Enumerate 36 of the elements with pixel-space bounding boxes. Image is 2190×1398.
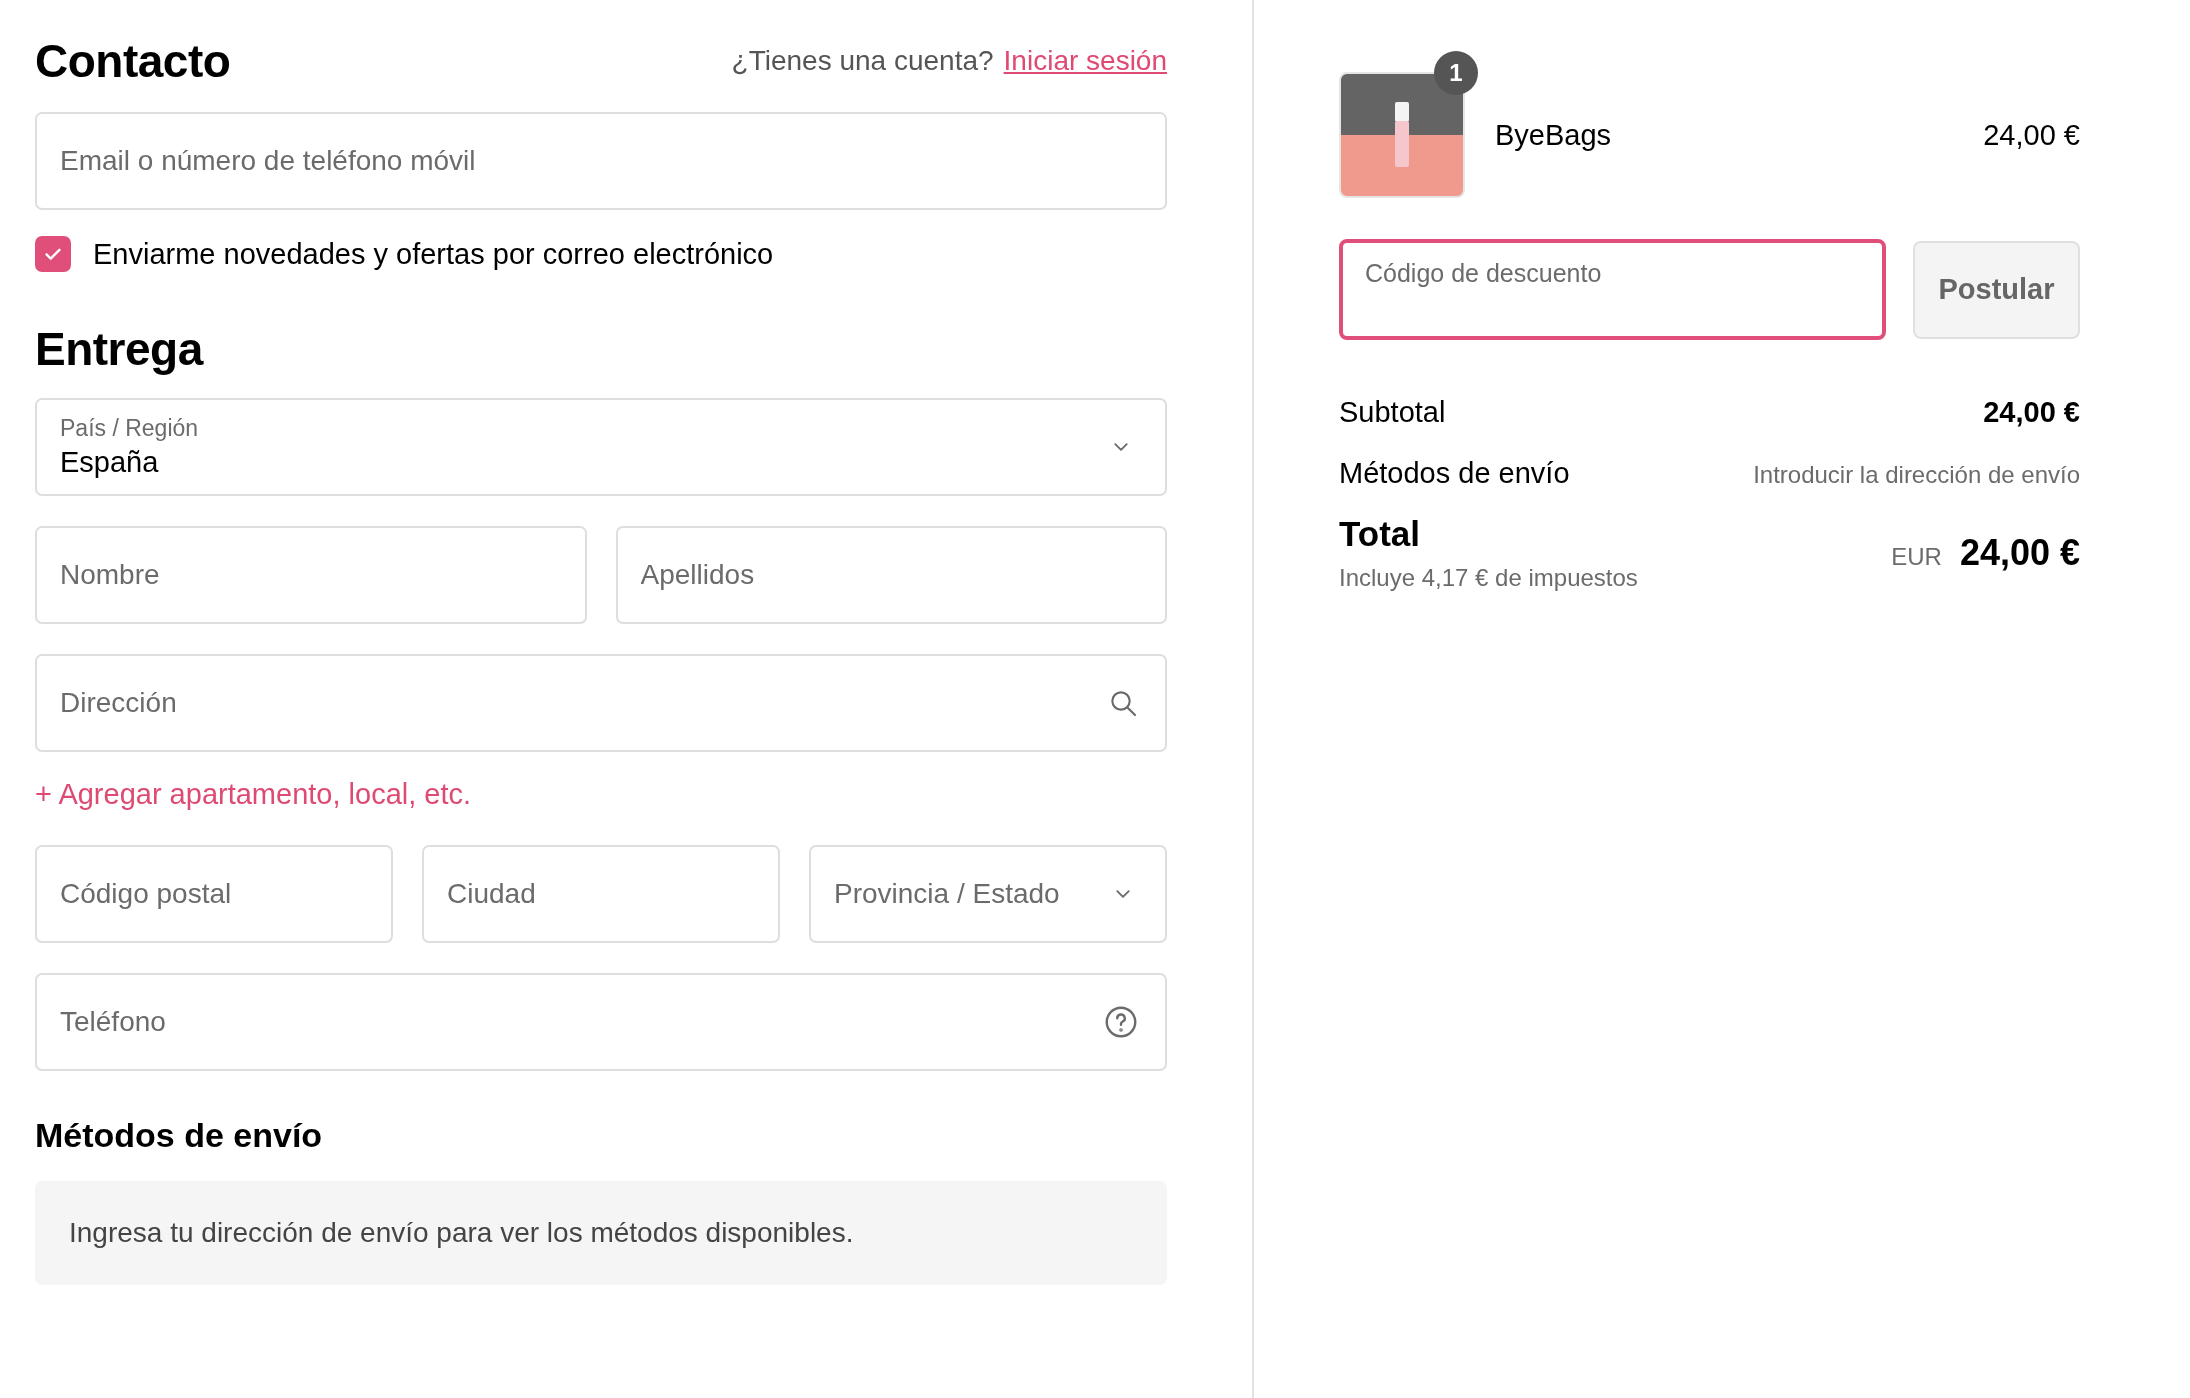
tax-note: Incluye 4,17 € de impuestos [1339, 564, 1638, 592]
summary-label: Métodos de envío [1339, 457, 1570, 490]
input-field[interactable]: Teléfono [35, 973, 1167, 1071]
select-field[interactable]: País / Región España [35, 398, 1167, 496]
input-field[interactable]: Dirección [35, 654, 1167, 752]
section-title: Entrega [35, 322, 205, 376]
checkbox[interactable] [35, 236, 71, 272]
select-field[interactable]: Provincia / Estado [809, 845, 1167, 943]
total-label: Total [1339, 514, 1421, 554]
field-label: País / Región [60, 415, 200, 442]
help-icon [1103, 1004, 1139, 1040]
summary-value: Introducir la dirección de envío [1753, 461, 2080, 489]
summary-value: 24,00 € [1983, 396, 2080, 429]
add-apartment-link[interactable]: + Agregar apartamento, local, etc. [35, 778, 1167, 811]
checkbox-label: Enviarme novedades y ofertas por correo electrónico [93, 237, 774, 271]
currency-code: EUR [1891, 543, 1942, 571]
input-field[interactable]: Código postal [35, 845, 393, 943]
account-prompt: ¿Tienes una cuenta? [731, 45, 994, 77]
total-amount: 24,00 € [1959, 532, 2080, 574]
section-title: Contacto [35, 34, 231, 88]
discount-code-field[interactable]: Código de descuento [1339, 239, 1886, 340]
chevron-down-icon [1114, 443, 1128, 451]
info-notice: Ingresa tu dirección de envío para ver los métodos disponibles. [35, 1181, 1167, 1285]
product-price: 24,00 € [1983, 118, 2080, 152]
login-link[interactable]: Iniciar sesión [1003, 45, 1167, 77]
input-field[interactable]: Email o número de teléfono móvil [35, 112, 1167, 210]
section-title: Métodos de envío [35, 1116, 324, 1155]
chevron-down-icon [1116, 890, 1130, 898]
quantity-badge: 1 [1434, 51, 1478, 95]
summary-label: Subtotal [1339, 396, 1446, 429]
input-field[interactable]: Ciudad [422, 845, 780, 943]
input-field[interactable]: Nombre [35, 526, 587, 624]
apply-button[interactable]: Postular [1913, 240, 2080, 339]
input-field[interactable]: Apellidos [615, 526, 1167, 624]
field-value: España [60, 446, 160, 479]
product-name: ByeBags [1495, 118, 1613, 152]
